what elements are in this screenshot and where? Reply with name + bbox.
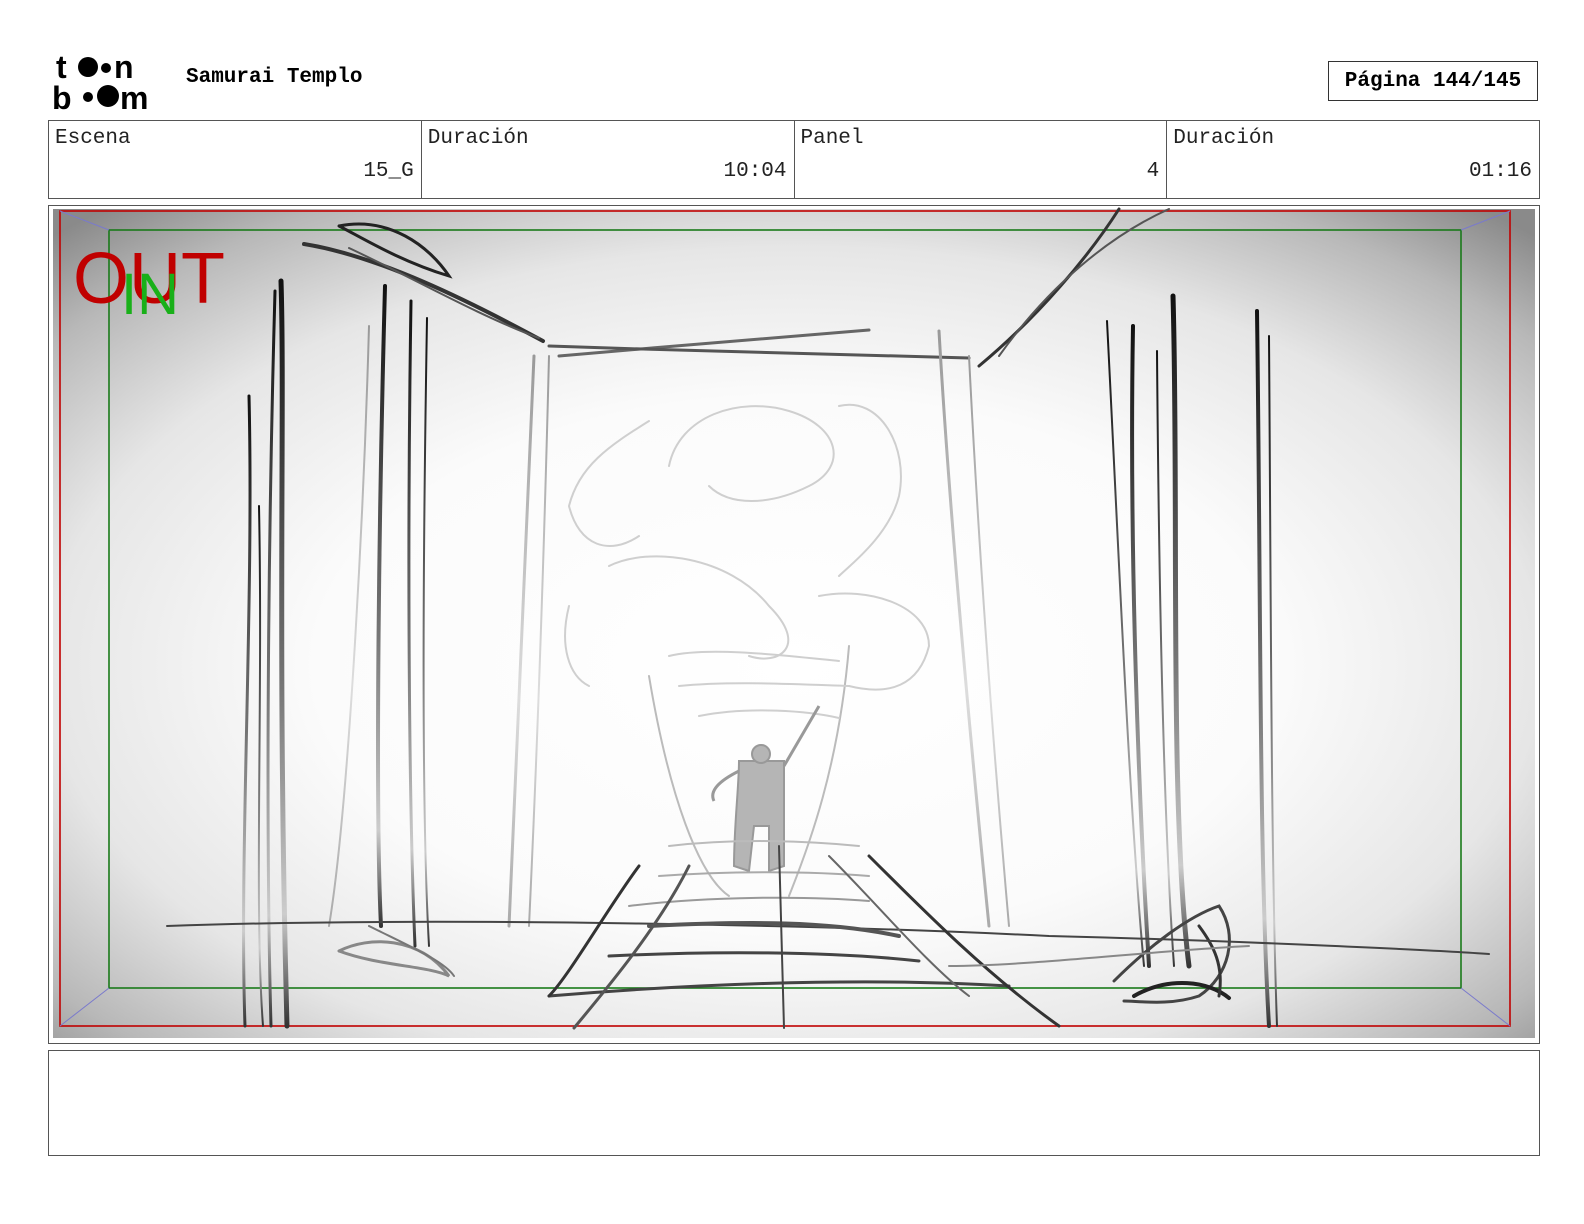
in-label: IN xyxy=(121,262,179,327)
scene-label: Escena xyxy=(55,127,131,150)
scene-value: 15_G xyxy=(363,160,414,183)
scene-duration-value: 10:04 xyxy=(723,160,787,183)
scene-info-table: Escena 15_G Duración 10:04 Panel 4 Durac… xyxy=(48,120,1540,199)
panel-cell: Panel 4 xyxy=(795,121,1168,198)
panel-drawing: OUT IN xyxy=(53,207,1535,1038)
storyboard-panel: OUT IN xyxy=(48,205,1540,1044)
svg-text:m: m xyxy=(120,80,148,112)
toon-boom-logo: t n b m xyxy=(52,50,148,112)
panel-duration-value: 01:16 xyxy=(1468,160,1532,183)
scene-duration-cell: Duración 10:04 xyxy=(422,121,795,198)
panel-duration-label: Duración xyxy=(1173,127,1275,150)
svg-text:b: b xyxy=(52,80,72,112)
scene-cell: Escena 15_G xyxy=(49,121,422,198)
notes-box xyxy=(48,1050,1540,1156)
panel-label: Panel xyxy=(800,127,864,150)
panel-value: 4 xyxy=(1146,160,1160,183)
page-indicator: Página 144/145 xyxy=(1328,61,1538,101)
project-title: Samurai Templo xyxy=(186,66,363,89)
panel-duration-cell: Duración 01:16 xyxy=(1167,121,1539,198)
scene-duration-label: Duración xyxy=(427,127,529,150)
